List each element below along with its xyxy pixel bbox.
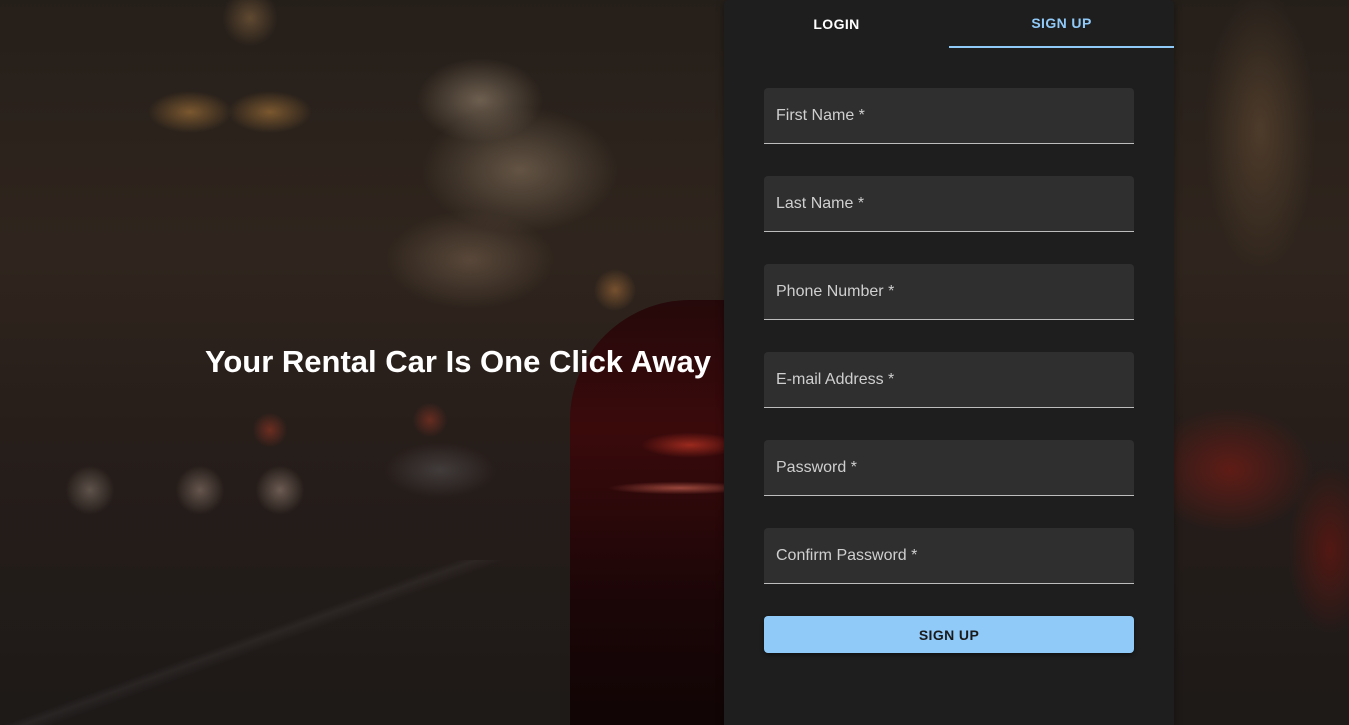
page: Your Rental Car Is One Click Away LOGIN … [0, 0, 1349, 725]
confirm-password-input[interactable] [764, 528, 1134, 583]
last-name-field[interactable]: Last Name * [764, 176, 1134, 232]
last-name-input[interactable] [764, 176, 1134, 231]
tab-login[interactable]: LOGIN [724, 0, 949, 48]
sign-up-button[interactable]: SIGN UP [764, 616, 1134, 653]
phone-number-input[interactable] [764, 264, 1134, 319]
auth-tabs: LOGIN SIGN UP [724, 0, 1174, 48]
hero-tagline: Your Rental Car Is One Click Away [205, 344, 711, 379]
tab-sign-up[interactable]: SIGN UP [949, 0, 1174, 48]
email-field[interactable]: E-mail Address * [764, 352, 1134, 408]
email-input[interactable] [764, 352, 1134, 407]
first-name-input[interactable] [764, 88, 1134, 143]
first-name-field[interactable]: First Name * [764, 88, 1134, 144]
password-input[interactable] [764, 440, 1134, 495]
auth-panel: LOGIN SIGN UP First Name * Last Name * P… [724, 0, 1174, 725]
password-field[interactable]: Password * [764, 440, 1134, 496]
phone-number-field[interactable]: Phone Number * [764, 264, 1134, 320]
sign-up-form: First Name * Last Name * Phone Number * … [764, 88, 1134, 653]
confirm-password-field[interactable]: Confirm Password * [764, 528, 1134, 584]
